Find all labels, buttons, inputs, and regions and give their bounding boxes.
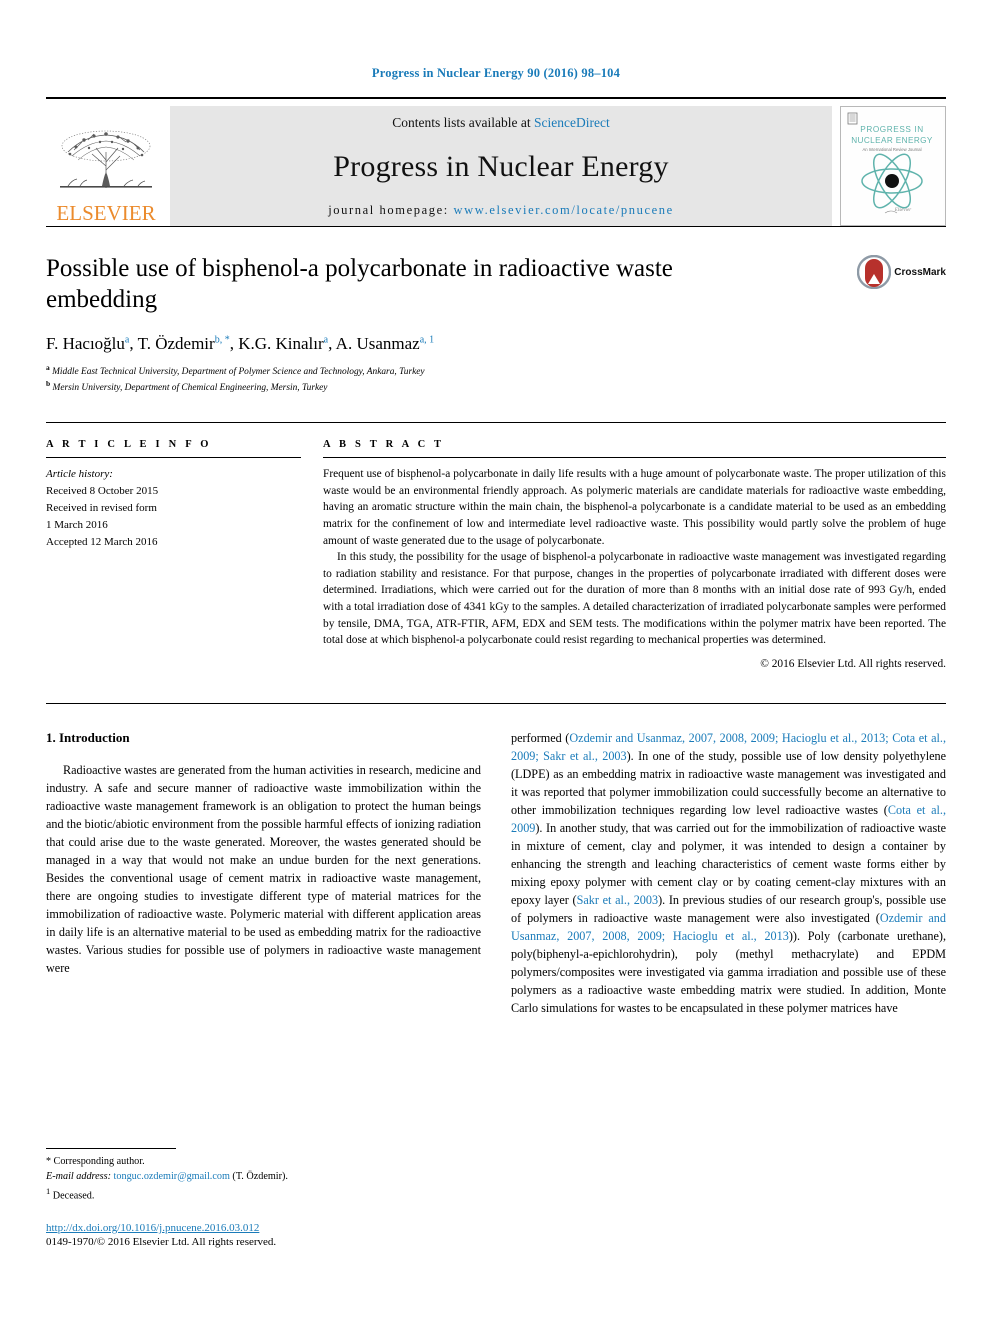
citation-link[interactable]: Sakr et al., 2003 [577,893,658,907]
article-history-received: Received 8 October 2015 [46,485,159,498]
elsevier-wordmark: ELSEVIER [56,201,156,225]
doi-link[interactable]: http://dx.doi.org/10.1016/j.pnucene.2016… [46,1222,476,1234]
footnote-mark: 1 [46,1185,51,1196]
author-mark[interactable]: b, * [215,334,230,345]
footnote-text: Deceased. [52,1189,95,1201]
text-run: performed ( [511,731,570,746]
footnote-email: E-mail address: tonguc.ozdemir@gmail.com… [46,1169,476,1184]
journal-cover-thumbnail[interactable]: PROGRESS IN NUCLEAR ENERGY An Internatio… [840,106,946,226]
crossmark-icon [857,255,892,289]
author-name: K.G. Kinalır [238,333,324,353]
asterisk-icon: * [46,1156,51,1167]
article-history-revised: Received in revised form [46,502,157,515]
author-mark: a [323,333,329,345]
journal-homepage-line: journal homepage: www.elsevier.com/locat… [328,203,674,218]
author-name: T. Özdemir [137,333,215,353]
footnote-deceased: 1 Deceased. [46,1185,476,1204]
abstract-column: A B S T R A C T Frequent use of bispheno… [323,439,946,681]
abstract-heading: A B S T R A C T [323,439,445,450]
email-label: E-mail address: [46,1171,111,1183]
author-mark: a [124,333,130,345]
title-block: Possible use of bisphenol-a polycarbonat… [46,227,946,396]
article-info-heading: A R T I C L E I N F O [46,439,212,450]
elsevier-logo: ELSEVIER [46,106,166,226]
affiliation-text: Mersin University, Department of Chemica… [52,383,328,394]
crossmark-label: CrossMark [894,266,946,278]
affiliation-a: a Middle East Technical University, Depa… [46,363,802,380]
contents-prefix: Contents lists available at [392,115,531,130]
intro-paragraph-left: Radioactive wastes are generated from th… [46,763,481,975]
abstract-rule [323,457,946,458]
homepage-prefix: journal homepage: [328,203,449,217]
footnote-rule [46,1148,176,1149]
affiliation-mark: a [46,362,50,372]
info-abstract-block: A R T I C L E I N F O Article history: R… [46,422,946,681]
elsevier-tree-icon [60,130,152,188]
article-info-column: A R T I C L E I N F O Article history: R… [46,439,323,681]
sciencedirect-link[interactable]: ScienceDirect [534,115,610,130]
author-mark: a, 1 [419,333,435,345]
footnote-text: Corresponding author. [53,1156,145,1167]
issn-copyright-line: 0149-1970/© 2016 Elsevier Ltd. All right… [46,1236,277,1248]
author-name: F. Hacıoğlu [46,333,125,353]
affiliation-mark: b [46,379,51,389]
svg-text:PROGRESS IN: PROGRESS IN [860,125,923,134]
body-columns: 1. Introduction Radioactive wastes are g… [46,730,946,1017]
homepage-url-link[interactable]: www.elsevier.com/locate/pnucene [454,203,674,217]
svg-text:Elsevier: Elsevier [894,208,911,213]
footnote-block: * Corresponding author. E-mail address: … [46,1148,476,1203]
body-column-right: performed (Ozdemir and Usanmaz, 2007, 20… [511,730,946,1017]
email-owner: (T. Özdemir). [232,1171,288,1183]
journal-cover-art: PROGRESS IN NUCLEAR ENERGY An Internatio… [841,107,943,225]
contents-list-line: Contents lists available at ScienceDirec… [392,115,609,131]
svg-text:An International Review Journa: An International Review Journal [862,147,921,152]
svg-text:NUCLEAR ENERGY: NUCLEAR ENERGY [851,136,933,145]
abstract-paragraph: In this study, the possibility for the u… [323,551,946,647]
author-list: F. Hacıoğlua, T. Özdemirb, *, K.G. Kinal… [46,333,435,353]
email-link[interactable]: tonguc.ozdemir@gmail.com [114,1171,230,1182]
affiliation-text: Middle East Technical University, Depart… [52,366,425,377]
body-column-left: 1. Introduction Radioactive wastes are g… [46,730,481,1017]
journal-title: Progress in Nuclear Energy [333,150,669,183]
intro-paragraph-right: performed (Ozdemir and Usanmaz, 2007, 20… [511,730,946,1017]
abstract-paragraph: Frequent use of bisphenol-a polycarbonat… [323,468,946,547]
article-history-accepted: Accepted 12 March 2016 [46,536,158,549]
crossmark-badge[interactable]: CrossMark [857,255,946,289]
abstract-bottom-rule [46,703,946,705]
article-info-rule [46,457,301,458]
affiliation-b: b Mersin University, Department of Chemi… [46,379,802,396]
abstract-copyright: © 2016 Elsevier Ltd. All rights reserved… [760,658,946,671]
article-history-revised-date: 1 March 2016 [46,519,108,532]
footer-block: http://dx.doi.org/10.1016/j.pnucene.2016… [46,1222,476,1248]
section-title-introduction: 1. Introduction [46,730,130,746]
paper-page: Progress in Nuclear Energy 90 (2016) 98–… [0,0,992,1323]
article-history-label: Article history: [46,468,113,480]
journal-banner: ELSEVIER Contents lists available at Sci… [46,97,946,226]
banner-center: Contents lists available at ScienceDirec… [170,106,832,226]
footnote-corresponding-author: * Corresponding author. [46,1154,476,1169]
author-name: A. Usanmaz [335,333,420,353]
crossmark-area: CrossMark [816,253,946,396]
page-title: Possible use of bisphenol-a polycarbonat… [46,255,673,314]
running-head: Progress in Nuclear Energy 90 (2016) 98–… [371,66,621,80]
